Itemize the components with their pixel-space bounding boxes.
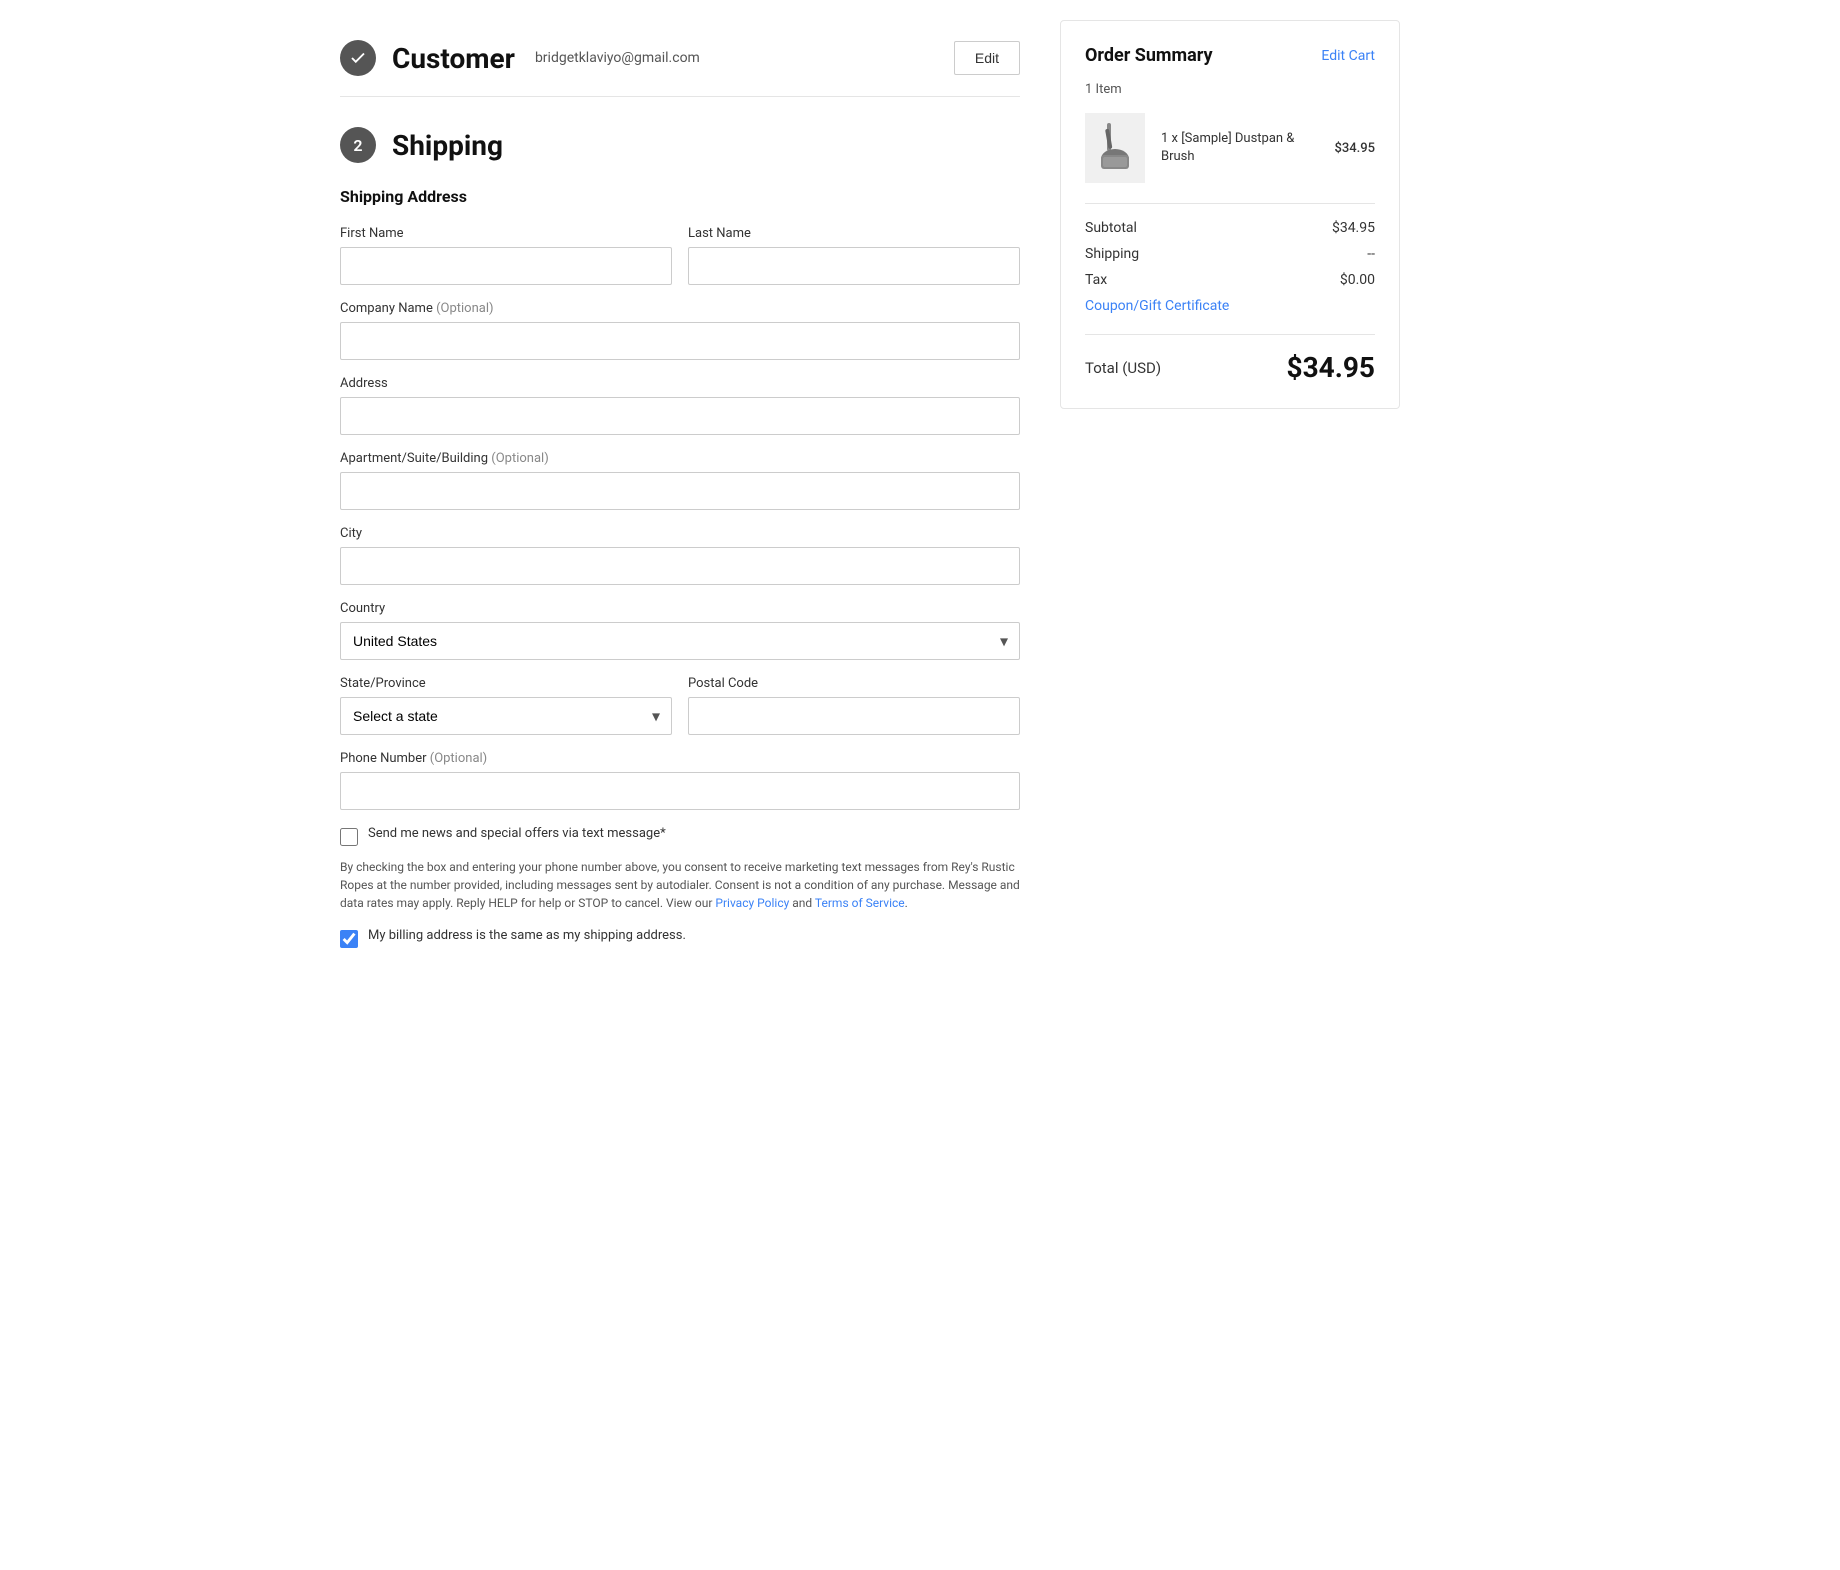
shipping-title: Shipping [392,129,503,162]
total-line: Total (USD) $34.95 [1085,334,1375,384]
country-row: Country United States ▾ [340,601,1020,660]
phone-row: Phone Number (Optional) [340,751,1020,810]
order-item: 1 x [Sample] Dustpan & Brush $34.95 [1085,113,1375,183]
last-name-group: Last Name [688,226,1020,285]
city-input[interactable] [340,547,1020,585]
subtotal-line: Subtotal $34.95 [1085,220,1375,236]
state-select[interactable]: Select a state [340,697,672,735]
address-input[interactable] [340,397,1020,435]
shipping-line: Shipping -- [1085,246,1375,262]
check-icon [340,40,376,76]
address-label: Address [340,376,1020,391]
product-name: 1 x [Sample] Dustpan & Brush [1161,130,1318,166]
shipping-address-title: Shipping Address [340,187,1020,206]
country-select-wrapper: United States ▾ [340,622,1020,660]
summary-divider [1085,203,1375,204]
tax-line: Tax $0.00 [1085,272,1375,288]
phone-label: Phone Number (Optional) [340,751,1020,766]
company-label: Company Name (Optional) [340,301,1020,316]
apartment-row: Apartment/Suite/Building (Optional) [340,451,1020,510]
items-count: 1 Item [1085,82,1375,97]
total-label: Total (USD) [1085,359,1161,377]
state-label: State/Province [340,676,672,691]
customer-email: bridgetklaviyo@gmail.com [535,50,700,66]
address-row: Address [340,376,1020,435]
sms-consent-group: Send me news and special offers via text… [340,826,1020,846]
country-group: Country United States ▾ [340,601,1020,660]
first-name-label: First Name [340,226,672,241]
tax-value: $0.00 [1340,272,1375,288]
company-group: Company Name (Optional) [340,301,1020,360]
shipping-value: -- [1367,246,1375,262]
apartment-group: Apartment/Suite/Building (Optional) [340,451,1020,510]
order-summary-title: Order Summary [1085,45,1213,66]
subtotal-value: $34.95 [1332,220,1375,236]
billing-same-label[interactable]: My billing address is the same as my shi… [368,928,686,943]
order-summary: Order Summary Edit Cart 1 Item 1 x [1060,20,1400,409]
first-name-input[interactable] [340,247,672,285]
sms-consent-label[interactable]: Send me news and special offers via text… [368,826,666,841]
state-group: State/Province Select a state ▾ [340,676,672,735]
sidebar: Order Summary Edit Cart 1 Item 1 x [1060,20,1400,990]
subtotal-label: Subtotal [1085,220,1137,236]
edit-cart-link[interactable]: Edit Cart [1321,48,1375,64]
postal-input[interactable] [688,697,1020,735]
state-postal-row: State/Province Select a state ▾ Postal C… [340,676,1020,735]
step-number: 2 [340,127,376,163]
last-name-input[interactable] [688,247,1020,285]
country-select[interactable]: United States [340,622,1020,660]
product-price: $34.95 [1334,141,1375,156]
city-label: City [340,526,1020,541]
consent-text: By checking the box and entering your ph… [340,858,1020,912]
coupon-link[interactable]: Coupon/Gift Certificate [1085,298,1375,314]
shipping-label: Shipping [1085,246,1139,262]
edit-customer-button[interactable]: Edit [954,41,1020,75]
city-row: City [340,526,1020,585]
phone-input[interactable] [340,772,1020,810]
billing-same-checkbox[interactable] [340,930,358,948]
company-row: Company Name (Optional) [340,301,1020,360]
customer-info: Customer bridgetklaviyo@gmail.com [392,42,938,75]
postal-label: Postal Code [688,676,1020,691]
country-label: Country [340,601,1020,616]
state-select-wrapper: Select a state ▾ [340,697,672,735]
sms-consent-checkbox[interactable] [340,828,358,846]
last-name-label: Last Name [688,226,1020,241]
order-summary-header: Order Summary Edit Cart [1085,45,1375,66]
phone-group: Phone Number (Optional) [340,751,1020,810]
name-row: First Name Last Name [340,226,1020,285]
shipping-section: 2 Shipping Shipping Address First Name L… [340,97,1020,990]
apartment-label: Apartment/Suite/Building (Optional) [340,451,1020,466]
apartment-input[interactable] [340,472,1020,510]
terms-of-service-link[interactable]: Terms of Service [815,896,905,910]
customer-title: Customer [392,42,515,75]
section-header: 2 Shipping [340,127,1020,163]
product-image [1085,113,1145,183]
tax-label: Tax [1085,272,1107,288]
address-group: Address [340,376,1020,435]
city-group: City [340,526,1020,585]
first-name-group: First Name [340,226,672,285]
company-input[interactable] [340,322,1020,360]
privacy-policy-link[interactable]: Privacy Policy [715,896,789,910]
customer-section: Customer bridgetklaviyo@gmail.com Edit [340,20,1020,97]
product-details: 1 x [Sample] Dustpan & Brush [1161,130,1318,166]
total-amount: $34.95 [1287,351,1375,384]
billing-same-group: My billing address is the same as my shi… [340,928,1020,948]
postal-group: Postal Code [688,676,1020,735]
